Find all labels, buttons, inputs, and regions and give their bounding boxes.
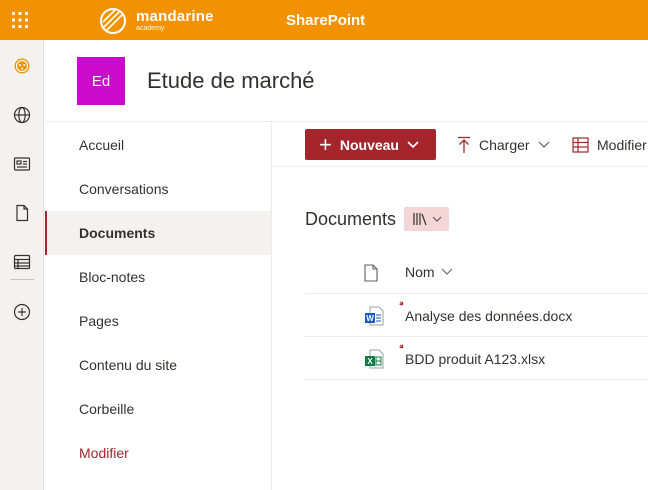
- appbar-sites[interactable]: [0, 97, 44, 133]
- column-name-label: Nom: [405, 264, 435, 280]
- appbar-news[interactable]: [0, 146, 44, 182]
- library-header: Documents: [305, 206, 450, 232]
- upload-label: Charger: [479, 137, 530, 153]
- app-bar: [0, 40, 44, 490]
- appbar-create[interactable]: [0, 294, 44, 330]
- nav-item-contenu-du-site[interactable]: Contenu du site: [45, 343, 271, 387]
- upload-button[interactable]: Charger: [457, 123, 550, 167]
- brand-subtitle: academy: [136, 24, 165, 32]
- grid-edit-icon: [572, 137, 589, 153]
- brand-logo[interactable]: mandarine academy: [98, 0, 214, 40]
- nav-edit-link[interactable]: Modifier: [45, 431, 271, 475]
- svg-text:X: X: [367, 357, 373, 366]
- appbar-home[interactable]: [0, 48, 44, 84]
- site-navigation: Accueil Conversations Documents Bloc-not…: [45, 123, 272, 490]
- nav-item-corbeille[interactable]: Corbeille: [45, 387, 271, 431]
- site-title[interactable]: Etude de marché: [147, 68, 315, 94]
- globe-icon: [13, 106, 31, 124]
- upload-icon: [458, 136, 470, 153]
- app-name[interactable]: SharePoint: [286, 0, 365, 40]
- news-icon: [13, 157, 31, 171]
- lists-icon: [13, 254, 31, 270]
- appbar-files[interactable]: [0, 195, 44, 231]
- view-switcher-button[interactable]: [404, 207, 450, 231]
- chevron-down-icon: [538, 141, 550, 148]
- nav-item-documents[interactable]: Documents: [45, 211, 271, 255]
- column-header-name[interactable]: Nom: [405, 250, 453, 294]
- chevron-down-icon: [407, 140, 419, 148]
- suite-bar: mandarine academy SharePoint: [0, 0, 648, 40]
- nav-item-pages[interactable]: Pages: [45, 299, 271, 343]
- app-launcher-button[interactable]: [0, 0, 40, 40]
- site-logo[interactable]: Ed: [77, 57, 125, 105]
- mandarine-logo-icon: [100, 8, 126, 34]
- appbar-divider: [10, 279, 34, 280]
- appbar-lists[interactable]: [0, 244, 44, 280]
- library-icon: [412, 213, 427, 226]
- list-header-row: Nom: [305, 250, 648, 294]
- edit-grid-button[interactable]: Modifier: [572, 123, 647, 167]
- site-header: Ed Etude de marché: [45, 40, 648, 122]
- file-name-link[interactable]: BDD produit A123.xlsx: [405, 337, 545, 380]
- home-icon: [14, 58, 30, 74]
- file-type-column-icon[interactable]: [363, 264, 379, 282]
- brand-name: mandarine: [136, 7, 214, 25]
- add-icon: [13, 303, 31, 321]
- svg-text:W: W: [366, 314, 374, 323]
- plus-icon: +: [319, 131, 332, 157]
- chevron-down-icon: [432, 216, 441, 222]
- nav-item-accueil[interactable]: Accueil: [45, 123, 271, 167]
- command-bar: + Nouveau Charger Modifier: [273, 123, 648, 167]
- nav-item-bloc-notes[interactable]: Bloc-notes: [45, 255, 271, 299]
- nav-item-conversations[interactable]: Conversations: [45, 167, 271, 211]
- table-row[interactable]: X BDD produit A123.xlsx: [305, 337, 648, 380]
- new-button[interactable]: + Nouveau: [305, 129, 436, 160]
- waffle-icon: [12, 12, 28, 28]
- library-title: Documents: [305, 208, 397, 229]
- document-icon: [16, 204, 29, 222]
- word-file-icon: W: [365, 306, 384, 326]
- table-row[interactable]: W Analyse des données.docx: [305, 294, 648, 337]
- excel-file-icon: X: [365, 349, 384, 369]
- file-name-link[interactable]: Analyse des données.docx: [405, 294, 572, 337]
- edit-grid-label: Modifier: [597, 137, 647, 153]
- chevron-down-icon: [441, 268, 452, 275]
- new-button-label: Nouveau: [339, 136, 399, 153]
